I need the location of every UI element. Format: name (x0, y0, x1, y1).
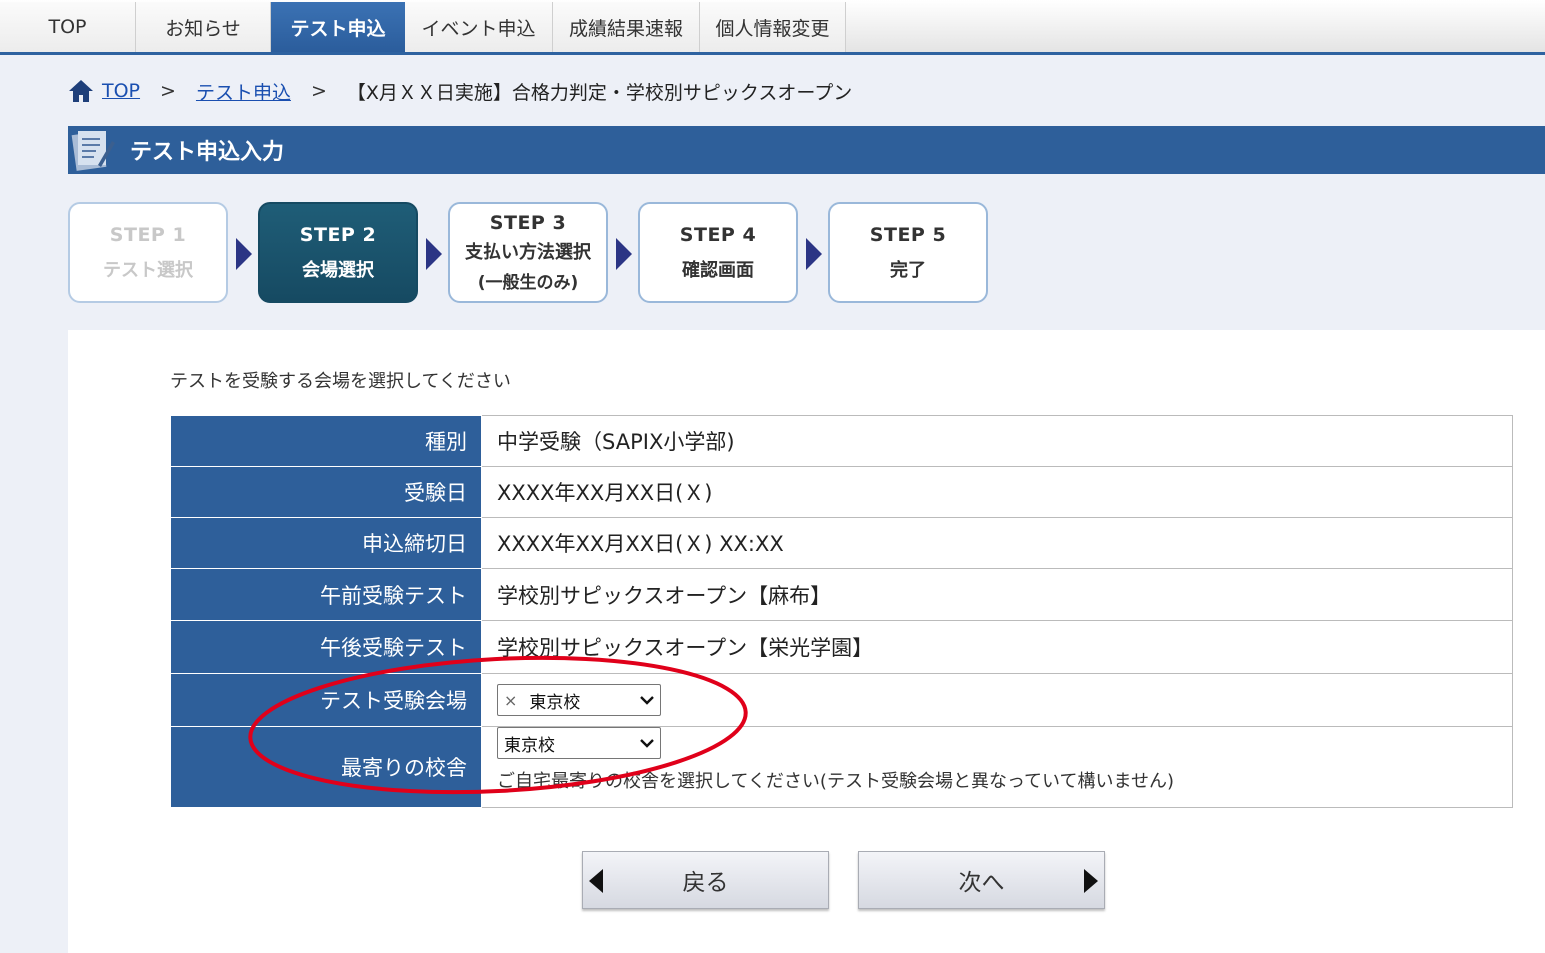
step-number: STEP 5 (869, 223, 947, 246)
breadcrumb-current: 【X月ＸＸ日実施】合格力判定・学校別サピックスオープン (346, 81, 853, 104)
top-nav: TOP お知らせ テスト申込 イベント申込 成績結果速報 個人情報変更 (0, 0, 1545, 55)
application-info-table: 種別 中学受験（SAPIX小学部) 受験日 XXXX年XX月XX日(Ｘ) 申込締… (171, 415, 1513, 808)
tab-personal-info[interactable]: 個人情報変更 (700, 2, 846, 52)
test-venue-label: テスト受験会場 (171, 673, 482, 727)
back-button-label: 戻る (682, 870, 729, 896)
nearest-school-value: 東京校 (504, 735, 555, 756)
table-row: 申込締切日 XXXX年XX月XX日(Ｘ) XX:XX (171, 517, 1513, 569)
section-header: テスト申込入力 (68, 126, 1545, 174)
instruction-text: テストを受験する会場を選択してください (170, 371, 511, 392)
nearest-school-select[interactable]: 東京校 (497, 727, 661, 759)
step-label: 完了 (890, 259, 926, 281)
step-number: STEP 3 (489, 212, 567, 234)
step-number: STEP 4 (679, 223, 757, 246)
table-row: テスト受験会場 × 東京校 (171, 673, 1513, 727)
step-label: 支払い方法選択 (465, 242, 591, 263)
table-row: 最寄りの校舎 東京校 ご自宅最寄りの校舎を選択してください(テスト受験会場と異な… (171, 726, 1513, 808)
nav-tabs: TOP お知らせ テスト申込 イベント申込 成績結果速報 個人情報変更 (0, 2, 846, 52)
step-3: STEP 3 支払い方法選択 (一般生のみ) (448, 202, 608, 303)
step-label: テスト選択 (103, 259, 193, 281)
breadcrumb-separator: > (160, 80, 176, 102)
am-test-label: 午前受験テスト (171, 568, 482, 621)
pm-test-value: 学校別サピックスオープン【栄光学園】 (481, 620, 1513, 674)
tab-score-results[interactable]: 成績結果速報 (553, 2, 700, 52)
test-venue-value: 東京校 (529, 692, 581, 713)
test-venue-select[interactable]: × 東京校 (497, 684, 661, 716)
type-label: 種別 (171, 415, 482, 467)
chevron-down-icon (640, 696, 654, 705)
step-4: STEP 4 確認画面 (638, 202, 798, 303)
exam-date-label: 受験日 (171, 466, 482, 518)
am-test-value: 学校別サピックスオープン【麻布】 (481, 568, 1513, 621)
step-arrow-icon (616, 238, 632, 270)
step-number: STEP 2 (299, 223, 377, 246)
step-5: STEP 5 完了 (828, 202, 988, 303)
deadline-label: 申込締切日 (171, 517, 482, 569)
next-button-label: 次へ (958, 870, 1005, 896)
step-sublabel: (一般生のみ) (477, 273, 579, 293)
test-venue-cell: × 東京校 (481, 673, 1513, 727)
breadcrumb-test-application-link[interactable]: テスト申込 (196, 78, 291, 105)
exam-date-value: XXXX年XX月XX日(Ｘ) (481, 466, 1513, 518)
breadcrumb-top-link[interactable]: TOP (102, 80, 140, 102)
table-row: 種別 中学受験（SAPIX小学部) (171, 415, 1513, 467)
step-number: STEP 1 (109, 223, 187, 246)
document-pencil-icon (71, 131, 115, 171)
arrow-left-icon (589, 869, 603, 893)
step-label: 確認画面 (682, 259, 754, 281)
tab-news[interactable]: お知らせ (136, 2, 271, 52)
chevron-down-icon (640, 739, 654, 748)
home-icon (69, 80, 93, 102)
table-row: 受験日 XXXX年XX月XX日(Ｘ) (171, 466, 1513, 518)
pm-test-label: 午後受験テスト (171, 620, 482, 674)
venue-mark: × (504, 690, 518, 710)
breadcrumb-separator: > (310, 80, 327, 102)
breadcrumb: TOP > テスト申込 > 【X月ＸＸ日実施】合格力判定・学校別サピックスオープ… (68, 76, 852, 106)
step-arrow-icon (806, 238, 822, 270)
nearest-school-cell: 東京校 ご自宅最寄りの校舎を選択してください(テスト受験会場と異なっていて構いま… (481, 726, 1513, 808)
tab-test-application[interactable]: テスト申込 (271, 2, 405, 52)
step-1: STEP 1 テスト選択 (68, 202, 228, 303)
arrow-right-icon (1084, 869, 1098, 893)
type-value: 中学受験（SAPIX小学部) (481, 415, 1513, 467)
next-button[interactable]: 次へ (858, 851, 1105, 909)
step-label: 会場選択 (302, 259, 374, 281)
step-2: STEP 2 会場選択 (258, 202, 418, 303)
table-row: 午前受験テスト 学校別サピックスオープン【麻布】 (171, 568, 1513, 621)
tab-event-application[interactable]: イベント申込 (405, 2, 553, 52)
select-value: × 東京校 (504, 688, 580, 713)
tab-top[interactable]: TOP (0, 2, 136, 52)
section-title: テスト申込入力 (130, 140, 285, 165)
nearest-school-note: ご自宅最寄りの校舎を選択してください(テスト受験会場と異なっていて構いません) (497, 771, 1174, 792)
nearest-school-label: 最寄りの校舎 (171, 726, 482, 808)
table-row: 午後受験テスト 学校別サピックスオープン【栄光学園】 (171, 620, 1513, 674)
step-arrow-icon (426, 238, 442, 270)
deadline-value: XXXX年XX月XX日(Ｘ) XX:XX (481, 517, 1513, 569)
step-arrow-icon (236, 238, 252, 270)
back-button[interactable]: 戻る (582, 851, 829, 909)
